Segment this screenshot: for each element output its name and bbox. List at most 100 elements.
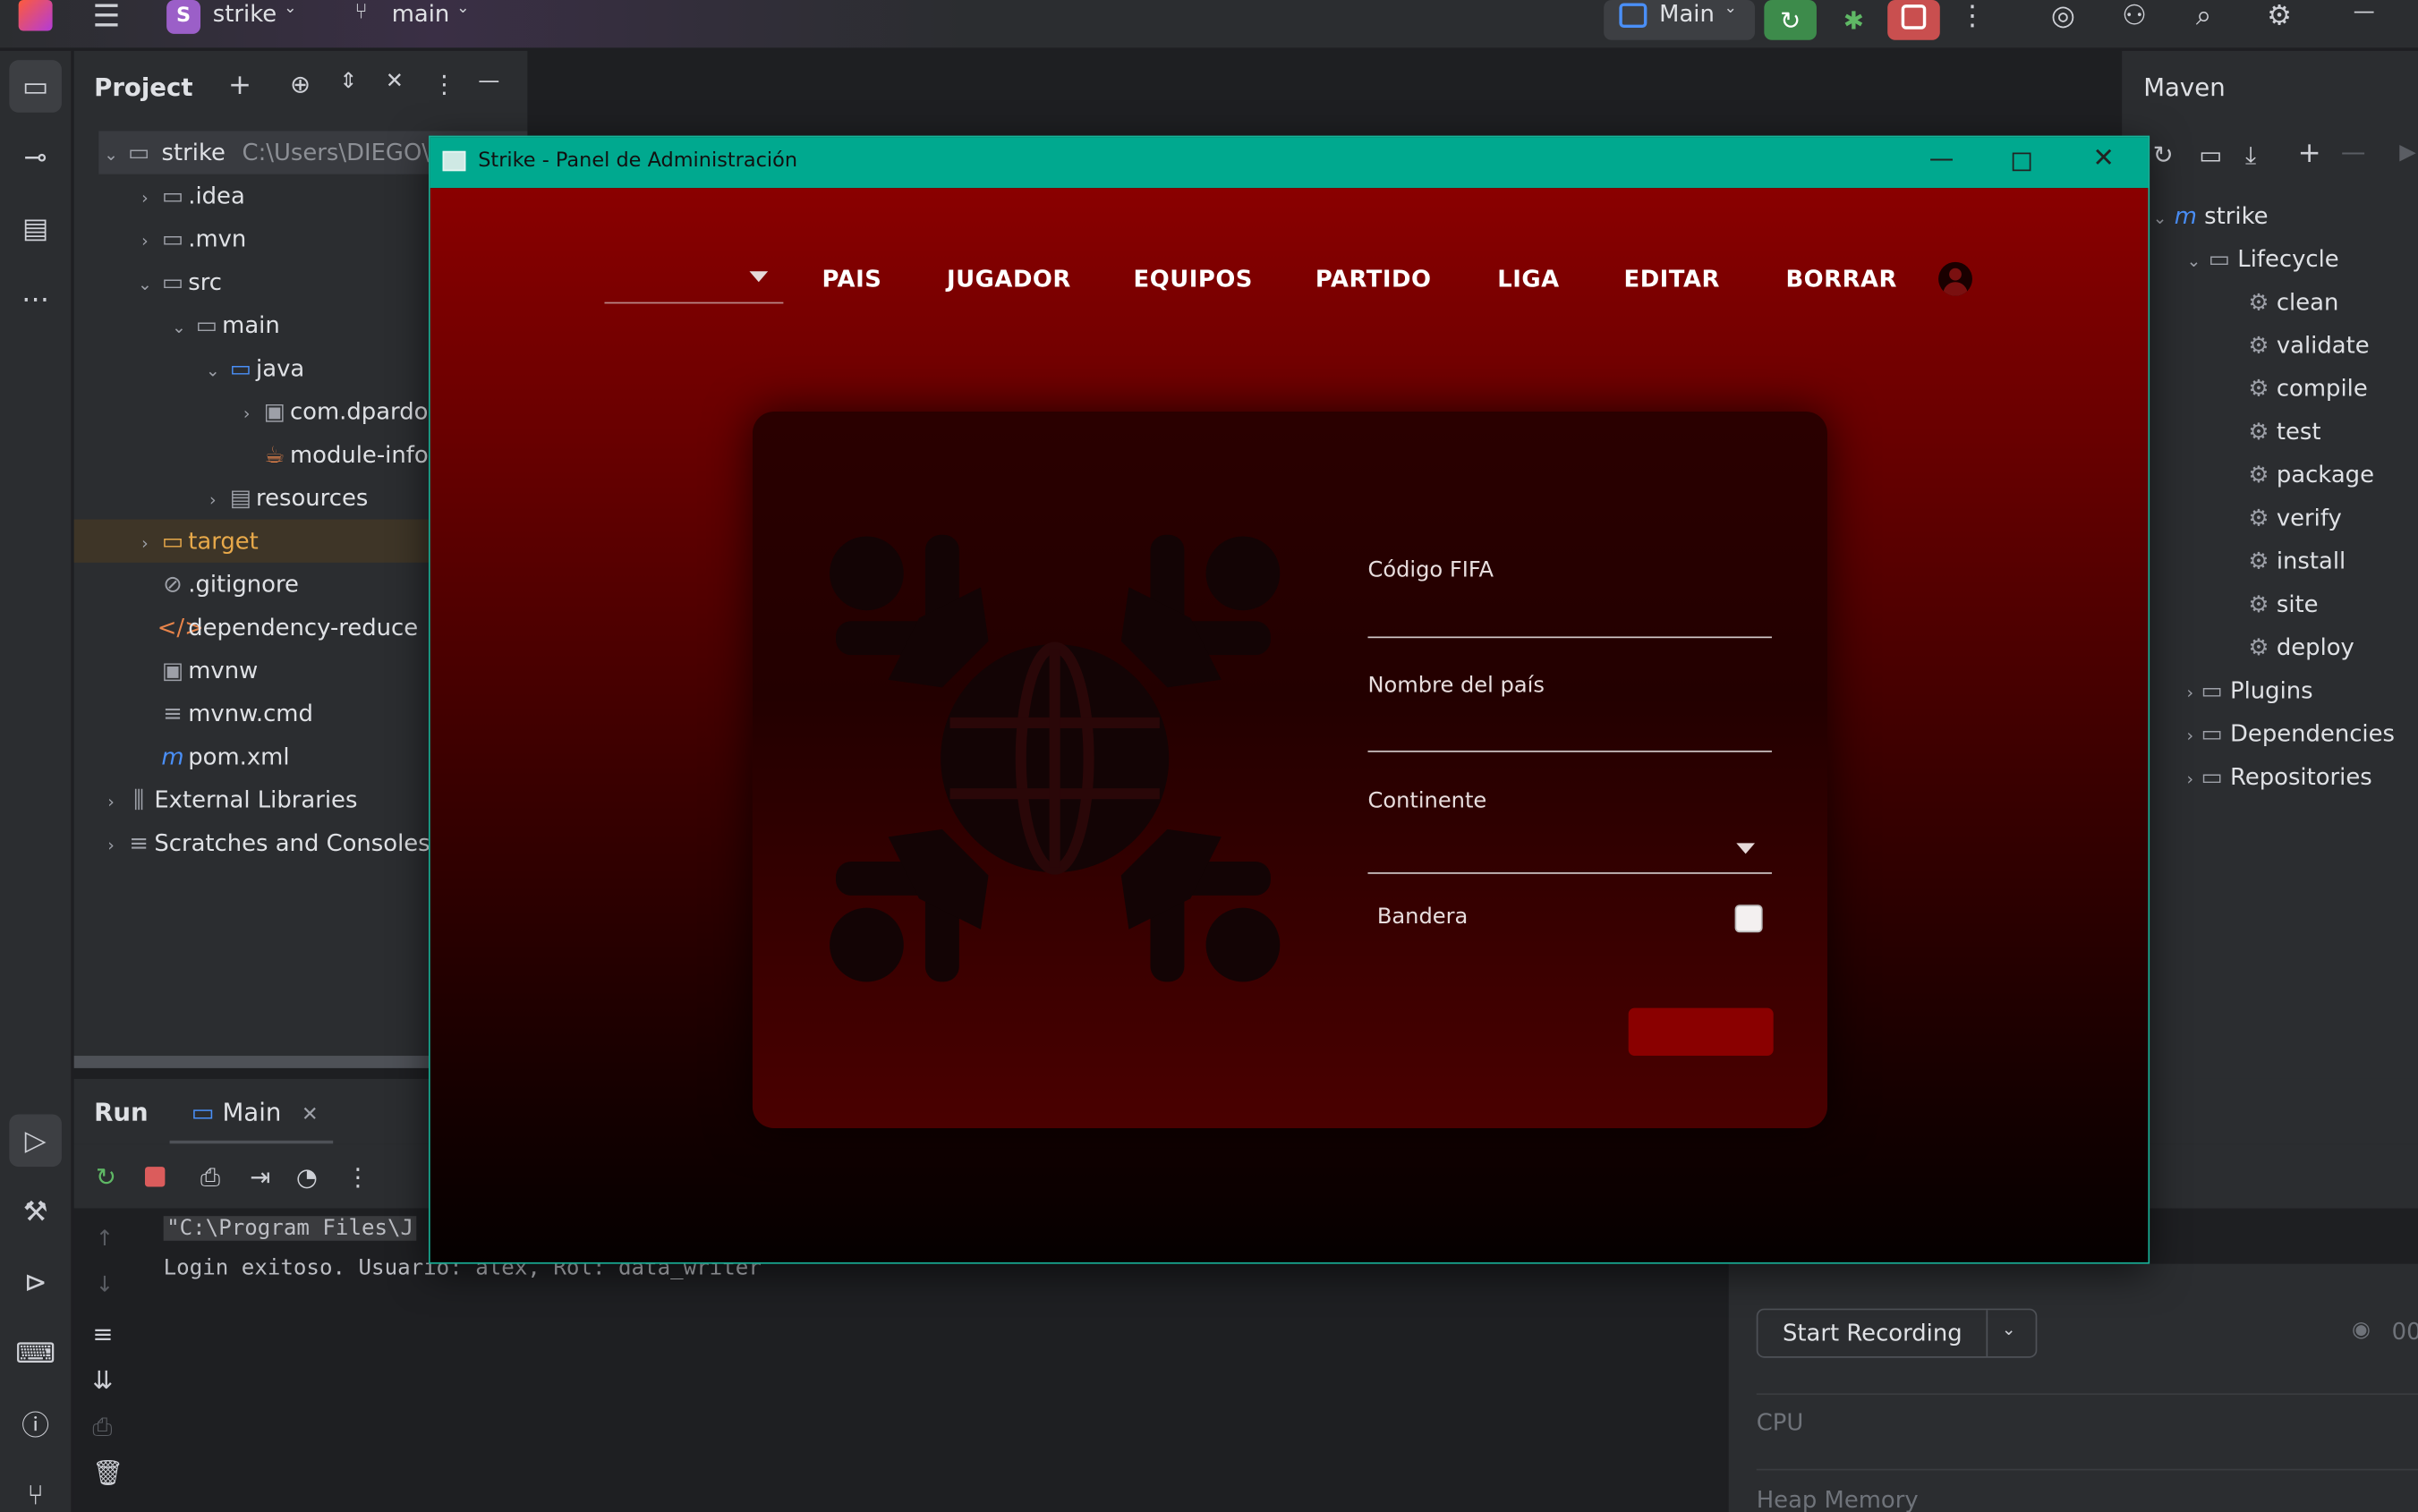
hide-panel-icon[interactable]: — (478, 70, 499, 95)
tree-row-mvnw-cmd[interactable]: ≡ mvnw.cmd (158, 692, 313, 735)
tree-row-mvnw[interactable]: ▣ mvnw (158, 649, 258, 692)
trash-icon[interactable]: 🗑 (92, 1458, 123, 1488)
start-recording-button[interactable]: Start Recording ⌄ (1756, 1308, 2038, 1358)
tree-row-scratches[interactable]: › ≡ Scratches and Consoles (98, 821, 430, 864)
project-badge[interactable]: S (166, 0, 201, 34)
tree-row-mvn[interactable]: › ▭ .mvn (132, 217, 246, 260)
maven-goal-verify[interactable]: ⚙ verify (2248, 497, 2341, 539)
run-config-selector[interactable]: Main ⌄ (1604, 0, 1756, 40)
codigo-fifa-input[interactable] (1367, 636, 1772, 639)
tree-row-java[interactable]: ⌄ ▭ java (200, 347, 304, 390)
nombre-pais-input[interactable] (1367, 750, 1772, 752)
maven-dependencies[interactable]: › ▭ Dependencies (2186, 712, 2394, 755)
maven-goal-site[interactable]: ⚙ site (2248, 582, 2318, 625)
add-icon[interactable]: + (2298, 137, 2321, 169)
tree-row-external-libraries[interactable]: › ⫼ External Libraries (98, 778, 357, 821)
nav-equipos[interactable]: EQUIPOS (1134, 265, 1253, 293)
tree-row-module-info[interactable]: ☕ module-info (259, 433, 429, 476)
reload-icon[interactable]: ↻ (2153, 140, 2174, 170)
more-tools-icon[interactable]: ⋯ (9, 273, 62, 326)
rerun-icon[interactable]: ↻ (96, 1162, 116, 1192)
user-avatar-icon[interactable] (1938, 261, 1972, 296)
hamburger-menu-icon[interactable]: ☰ (89, 0, 123, 34)
maven-goal-package[interactable]: ⚙ package (2248, 453, 2374, 496)
minimize-icon[interactable]: — (2354, 0, 2375, 25)
save-button[interactable] (1628, 1007, 1774, 1057)
maven-goal-install[interactable]: ⚙ install (2248, 539, 2346, 582)
tree-row-src[interactable]: ⌄ ▭ src (132, 260, 222, 303)
scroll-up-icon[interactable]: ↑ (96, 1227, 114, 1252)
debug-icon[interactable]: ✱ (1832, 0, 1875, 40)
project-folder-icon[interactable]: ▭ (9, 60, 62, 113)
maven-plugins[interactable]: › ▭ Plugins (2186, 669, 2312, 712)
stop-button[interactable] (1887, 0, 1940, 40)
maven-lifecycle[interactable]: ⌄ ▭ Lifecycle (2186, 237, 2338, 280)
app-window-titlebar[interactable]: Strike - Panel de Administración — ✕ (430, 137, 2149, 189)
expand-all-icon[interactable]: ⇕ (339, 70, 357, 95)
print-icon[interactable]: ⎙ (92, 1412, 112, 1442)
maven-goal-clean[interactable]: ⚙ clean (2248, 281, 2338, 324)
project-name[interactable]: strike (213, 0, 277, 28)
git-icon[interactable]: ⑂ (9, 1469, 62, 1512)
exit-icon[interactable]: ⇥ (250, 1162, 270, 1192)
continente-select[interactable] (1367, 828, 1772, 874)
more-vertical-icon[interactable]: ⋮ (1958, 0, 1986, 32)
run-tool-icon[interactable]: ▷ (9, 1114, 62, 1168)
maximize-icon[interactable] (2012, 152, 2031, 172)
search-icon[interactable]: ⌕ (2196, 0, 2211, 32)
nav-pais[interactable]: PAIS (822, 265, 881, 293)
problems-icon[interactable]: ⓘ (9, 1397, 62, 1450)
close-icon[interactable]: ✕ (302, 1103, 319, 1126)
maven-goal-compile[interactable]: ⚙ compile (2248, 367, 2367, 410)
run-tab-main[interactable]: ▭ Main ✕ (192, 1098, 319, 1127)
more-vertical-icon[interactable]: ⋮ (431, 70, 456, 99)
nav-dropdown[interactable] (604, 258, 784, 304)
tree-row-dependency-reduced[interactable]: </>dependency-reduce (158, 606, 418, 649)
rerun-icon[interactable]: ↻ (1764, 0, 1817, 40)
scroll-down-icon[interactable]: ↓ (96, 1273, 114, 1298)
generate-sources-icon[interactable]: ▭ (2199, 140, 2222, 170)
build-icon[interactable]: ⚒ (9, 1185, 62, 1238)
remove-icon[interactable]: — (2341, 137, 2366, 166)
run-goal-icon[interactable]: ▶ (2399, 140, 2416, 166)
tree-row-gitignore[interactable]: ⊘ .gitignore (158, 563, 299, 606)
add-icon[interactable]: + (228, 70, 251, 102)
collapse-all-icon[interactable]: ✕ (386, 70, 404, 95)
commit-icon[interactable]: ⊸ (9, 131, 62, 183)
nav-borrar[interactable]: BORRAR (1785, 265, 1897, 293)
maven-goal-test[interactable]: ⚙ test (2248, 410, 2320, 453)
camera-icon[interactable]: ⎙ (200, 1162, 220, 1193)
maven-goal-deploy[interactable]: ⚙ deploy (2248, 625, 2354, 668)
stop-icon[interactable] (144, 1167, 166, 1187)
maven-goal-validate[interactable]: ⚙ validate (2248, 324, 2369, 367)
scroll-to-end-icon[interactable]: ⇊ (92, 1365, 113, 1395)
locate-icon[interactable]: ⊕ (290, 70, 311, 99)
soft-wrap-icon[interactable]: ≡ (92, 1320, 113, 1349)
chevron-down-icon[interactable]: ⌄ (2002, 1320, 2016, 1339)
project-panel-title[interactable]: Project (94, 72, 192, 102)
maven-repositories[interactable]: › ▭ Repositories (2186, 755, 2371, 798)
tree-row-resources[interactable]: › ▤ resources (200, 476, 368, 519)
add-user-icon[interactable]: ⚇ (2122, 0, 2147, 32)
maven-root[interactable]: ⌄ m strike (2153, 194, 2269, 237)
nav-partido[interactable]: PARTIDO (1315, 265, 1432, 293)
tree-row-pom[interactable]: m pom.xml (158, 735, 289, 778)
minimize-icon[interactable]: — (1929, 143, 1954, 173)
structure-icon[interactable]: ▤ (9, 202, 62, 255)
more-vertical-icon[interactable]: ⋮ (345, 1162, 370, 1192)
close-icon[interactable]: ✕ (2092, 143, 2115, 174)
settings-icon[interactable]: ⚙ (2267, 0, 2292, 32)
branch-name[interactable]: main (392, 0, 450, 28)
terminal-icon[interactable]: ⌨ (9, 1327, 62, 1380)
nav-jugador[interactable]: JUGADOR (947, 265, 1071, 293)
tree-row-idea[interactable]: › ▭ .idea (132, 174, 245, 217)
download-icon[interactable]: ⤓ (2245, 140, 2256, 171)
services-icon[interactable]: ⊳ (9, 1256, 62, 1309)
tree-row-main[interactable]: ⌄ ▭ main (166, 303, 280, 346)
ai-assistant-icon[interactable]: ◎ (2051, 0, 2075, 32)
nav-liga[interactable]: LIGA (1497, 265, 1559, 293)
bandera-upload-icon[interactable] (1734, 905, 1763, 933)
tree-row-package[interactable]: › ▣ com.dpardo (234, 390, 429, 433)
nav-editar[interactable]: EDITAR (1624, 265, 1720, 293)
profiler-icon[interactable]: ◔ (296, 1162, 318, 1192)
